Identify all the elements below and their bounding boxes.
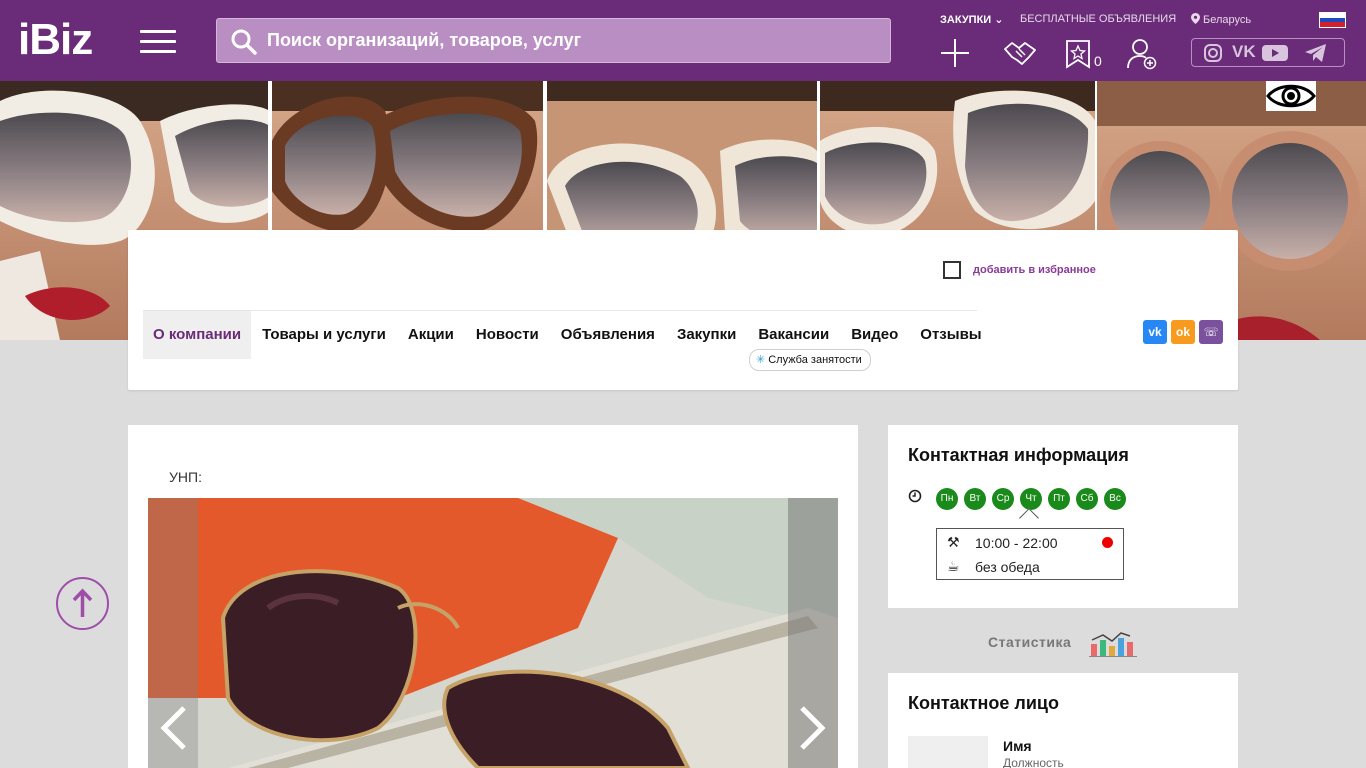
search-box[interactable] — [216, 18, 891, 63]
contact-person-card: Контактное лицо Имя Должность — [888, 673, 1238, 768]
lunch-text: без обеда — [975, 558, 1040, 575]
day-thu[interactable]: Чт — [1020, 488, 1042, 510]
person-position: Должность — [1003, 756, 1064, 768]
working-hours-popup: ⚒ 10:00 - 22:00 ☕ без обеда — [936, 528, 1124, 580]
tab-news[interactable]: Новости — [465, 311, 550, 359]
day-tue[interactable]: Вт — [964, 488, 986, 510]
main-content: УНП: — [128, 425, 858, 768]
eye-icon[interactable] — [1266, 81, 1316, 111]
add-user-icon[interactable] — [1127, 38, 1157, 70]
tab-ads[interactable]: Объявления — [550, 311, 666, 359]
slide-image — [148, 498, 838, 768]
tab-reviews[interactable]: Отзывы — [909, 311, 992, 359]
chevron-left-icon[interactable] — [160, 706, 188, 750]
add-favorite-label[interactable]: добавить в избранное — [973, 264, 1096, 276]
work-days: Пн Вт Ср Чт Пт Сб Вс — [936, 488, 1132, 510]
person-name: Имя — [1003, 738, 1032, 754]
statistics-link[interactable]: Статистика — [988, 634, 1071, 650]
vk-share-icon[interactable]: vk — [1143, 320, 1167, 344]
day-wed[interactable]: Ср — [992, 488, 1014, 510]
avatar — [908, 736, 988, 768]
search-input[interactable] — [267, 19, 867, 62]
site-logo[interactable]: iBiz — [18, 16, 93, 64]
day-fri[interactable]: Пт — [1048, 488, 1070, 510]
free-ads-link[interactable]: БЕСПЛАТНЫЕ ОБЪЯВЛЕНИЯ — [1020, 13, 1176, 25]
tab-about[interactable]: О компании — [143, 311, 252, 359]
language-flag-icon[interactable] — [1319, 12, 1346, 28]
vk-icon[interactable]: VK — [1232, 42, 1256, 62]
favorites-count: 0 — [1094, 53, 1102, 69]
statistics-chart-icon[interactable] — [1089, 628, 1137, 658]
telegram-icon[interactable] — [1304, 43, 1328, 68]
day-mon[interactable]: Пн — [936, 488, 958, 510]
clock-icon — [908, 489, 922, 503]
hours-popup-caret — [1019, 508, 1039, 528]
tools-icon: ⚒ — [947, 534, 960, 550]
instagram-icon[interactable] — [1203, 43, 1223, 68]
day-sat[interactable]: Сб — [1076, 488, 1098, 510]
day-sun[interactable]: Вс — [1104, 488, 1126, 510]
contact-info-card: Контактная информация Пн Вт Ср Чт Пт Сб … — [888, 425, 1238, 608]
closed-status-dot — [1102, 537, 1113, 548]
coffee-cup-icon: ☕ — [947, 558, 960, 574]
arrow-up-icon — [72, 588, 93, 617]
viber-share-icon[interactable]: ☏ — [1199, 320, 1223, 344]
social-links: VK — [1191, 38, 1345, 67]
contact-info-title: Контактная информация — [908, 445, 1129, 465]
add-to-favorites[interactable]: добавить в избранное — [943, 261, 1096, 279]
working-hours: 10:00 - 22:00 — [975, 534, 1058, 551]
tab-promotions[interactable]: Акции — [397, 311, 465, 359]
search-icon — [231, 29, 257, 55]
location-pin-icon — [1191, 13, 1200, 24]
favorite-checkbox[interactable] — [943, 261, 961, 279]
add-icon[interactable] — [940, 38, 970, 68]
tab-purchases[interactable]: Закупки — [666, 311, 747, 359]
lunch-row: ☕ без обеда — [947, 558, 1040, 575]
region-selector[interactable]: Беларусь — [1191, 13, 1251, 26]
unp-label: УНП: — [169, 469, 202, 485]
ok-share-icon[interactable]: ok — [1171, 320, 1195, 344]
tab-products[interactable]: Товары и услуги — [251, 311, 397, 359]
hours-row: ⚒ 10:00 - 22:00 — [947, 534, 1058, 551]
menu-icon[interactable] — [140, 30, 176, 54]
scroll-up-button[interactable] — [56, 577, 109, 630]
contact-person-title: Контактное лицо — [908, 693, 1059, 713]
top-bar: iBiz ЗАКУПКИ ⌄ БЕСПЛАТНЫЕ ОБЪЯВЛЕНИЯ Бел… — [0, 0, 1366, 81]
employment-service-badge[interactable]: ✳ Служба занятости — [749, 349, 871, 371]
handshake-icon[interactable] — [1003, 39, 1037, 67]
image-slider[interactable] — [148, 498, 838, 768]
snowflake-icon: ✳ — [756, 354, 766, 366]
youtube-icon[interactable] — [1261, 43, 1289, 68]
chevron-right-icon[interactable] — [798, 706, 826, 750]
purchases-link[interactable]: ЗАКУПКИ ⌄ — [940, 13, 1003, 26]
company-card: добавить в избранное О компании Товары и… — [128, 230, 1238, 390]
favorites-icon[interactable] — [1065, 39, 1091, 69]
